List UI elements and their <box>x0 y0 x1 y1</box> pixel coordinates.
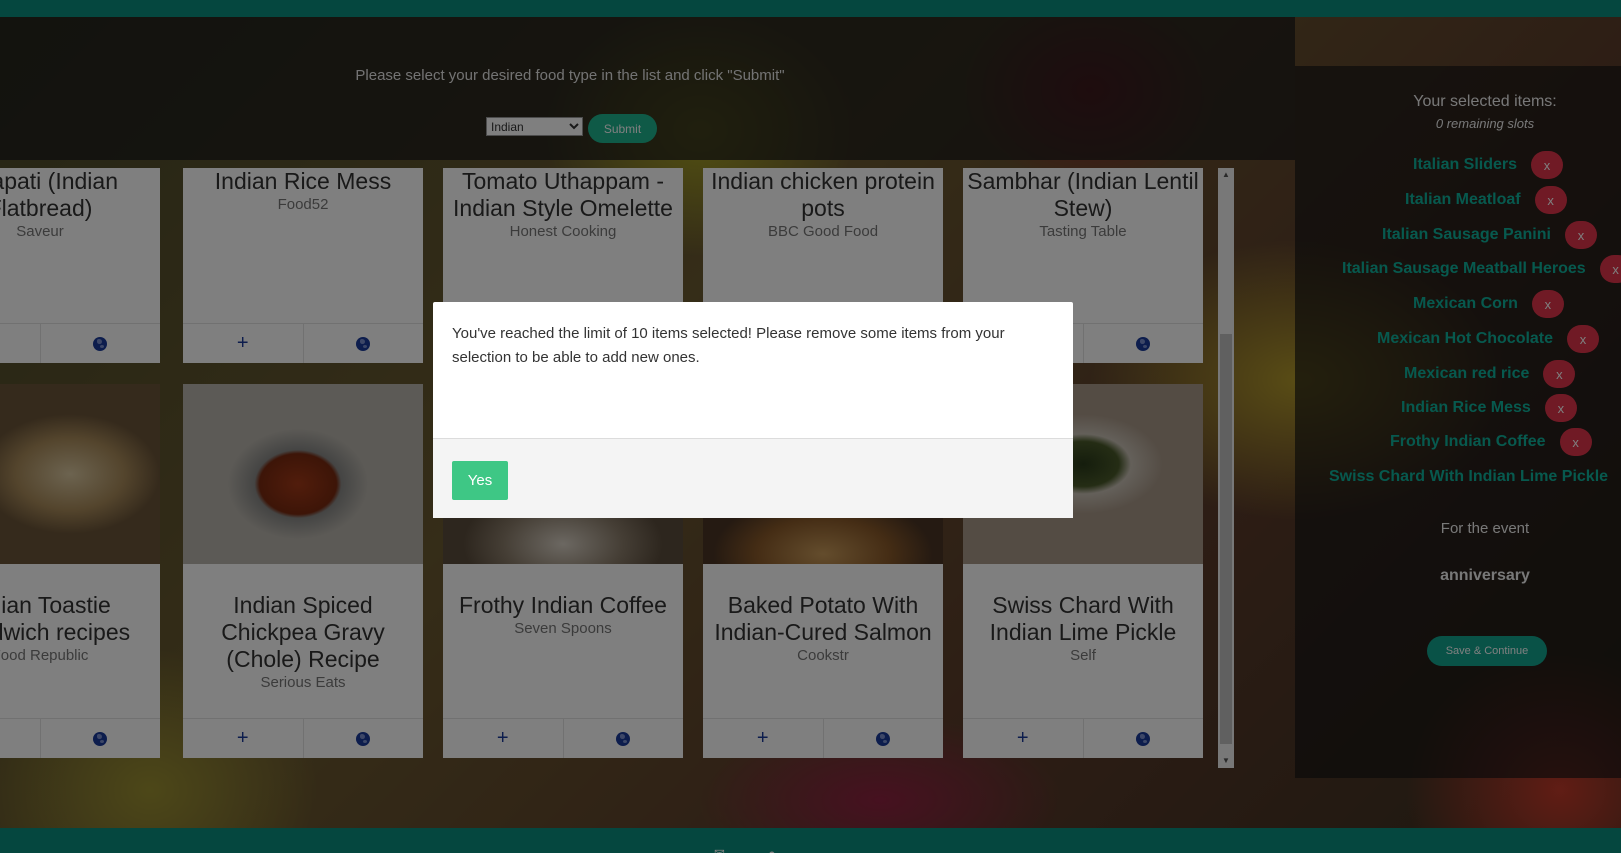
limit-reached-dialog: You've reached the limit of 10 items sel… <box>433 302 1073 518</box>
dialog-footer: Yes <box>433 438 1073 518</box>
yes-button[interactable]: Yes <box>452 461 508 500</box>
dialog-message: You've reached the limit of 10 items sel… <box>452 325 1005 366</box>
